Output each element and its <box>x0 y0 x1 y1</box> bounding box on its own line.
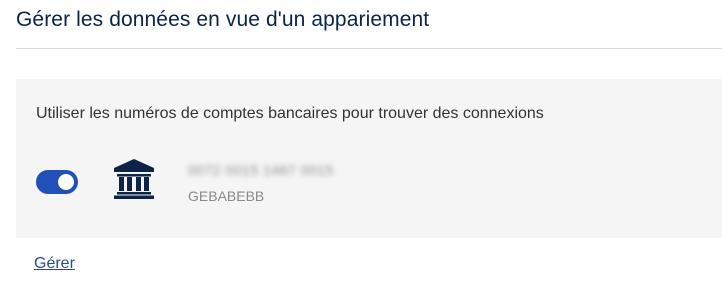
bic-code: GEBABEBB <box>188 188 265 204</box>
page-title: Gérer les données en vue d'un appariemen… <box>16 8 430 31</box>
manage-link[interactable]: Gérer <box>34 255 75 273</box>
page-header: Gérer les données en vue d'un appariemen… <box>16 0 722 49</box>
bank-icon <box>113 159 155 199</box>
panel-heading: Utiliser les numéros de comptes bancaire… <box>36 105 544 122</box>
matching-settings-panel: Utiliser les numéros de comptes bancaire… <box>16 79 722 238</box>
account-number: 0072 0015 1487 0015 <box>188 162 334 178</box>
use-account-numbers-toggle[interactable] <box>36 170 78 194</box>
toggle-knob <box>58 174 74 190</box>
